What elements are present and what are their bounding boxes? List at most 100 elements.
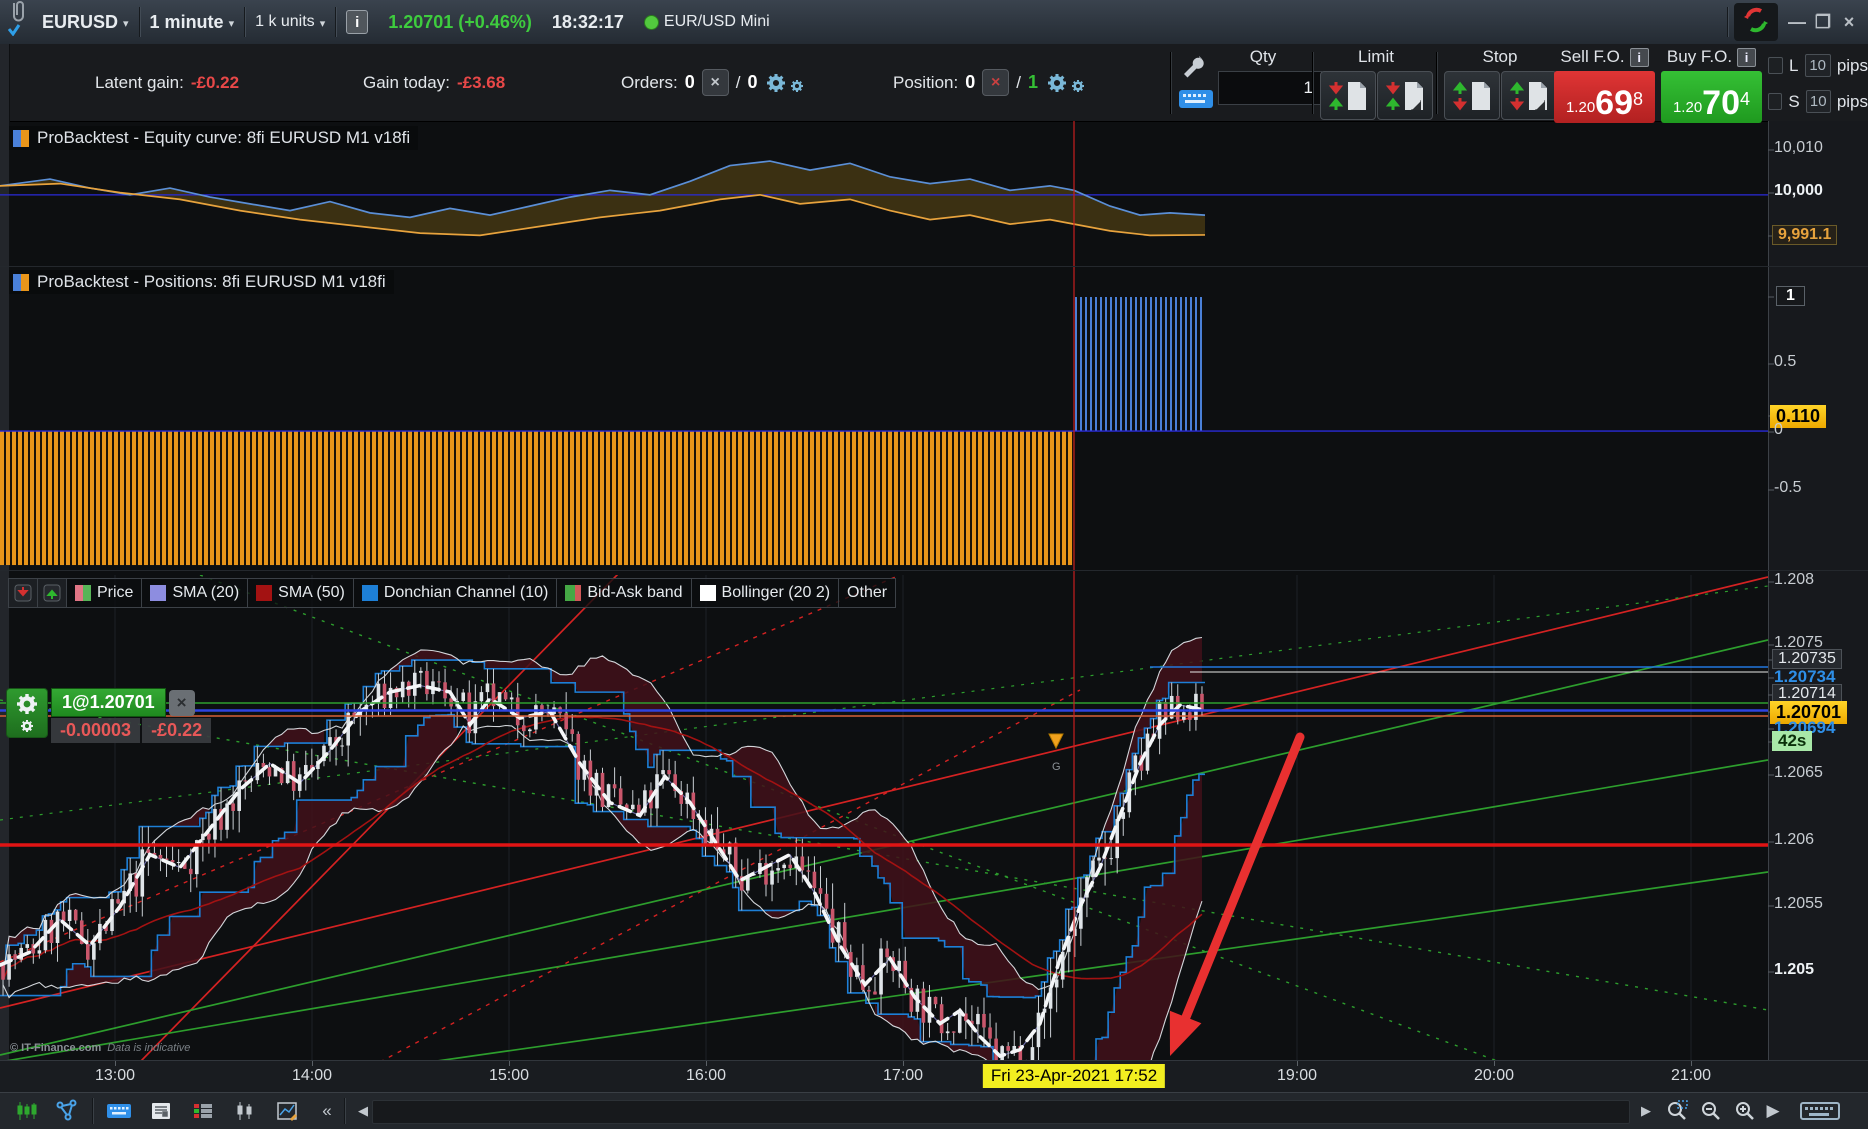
order-book-button[interactable] [188, 1098, 218, 1124]
orders-label: Orders: [621, 72, 678, 92]
legend-swatch-icon [565, 585, 582, 601]
legend-item-bollinger-20-2[interactable]: Bollinger (20 2) [692, 579, 840, 607]
legend-item-sma-50[interactable]: SMA (50) [248, 579, 354, 607]
collapse-toolbar-button[interactable]: « [312, 1098, 342, 1124]
zoom-in-button[interactable] [1730, 1098, 1760, 1124]
chart-scrollbar[interactable] [372, 1100, 1630, 1124]
chart-edit-button[interactable] [272, 1098, 302, 1124]
sell-header: Sell F.O. i [1554, 47, 1655, 67]
stop-order-button-1[interactable] [1444, 71, 1500, 120]
market-status: EUR/USD Mini [634, 0, 780, 44]
latent-gain-value: -£0.22 [190, 72, 240, 92]
chart_data.2.axis-axis-label: 1.205 [1774, 961, 1815, 978]
instrument-name: EUR/USD Mini [663, 13, 770, 30]
scroll-right-button[interactable]: ▶ [1631, 1098, 1661, 1124]
zoom-out-button[interactable] [1696, 1098, 1726, 1124]
stop-order-button-2[interactable] [1501, 71, 1557, 120]
legend-item-price[interactable]: Price [67, 579, 143, 607]
chart_data.2.axis-axis-label: 1.2065 [1774, 764, 1823, 781]
news-button[interactable] [146, 1098, 176, 1124]
charts-canvas: G [0, 121, 1774, 1060]
legend-item-label: Bollinger (20 2) [721, 584, 831, 601]
chart-list-button[interactable] [12, 1098, 42, 1124]
legend-swatch-icon [256, 585, 273, 601]
minimize-button[interactable]: — [1784, 9, 1810, 35]
limit-pips-checkbox[interactable] [1768, 57, 1784, 74]
latent-gain-label: Latent gain: [95, 72, 184, 92]
share-nodes-button[interactable] [52, 1098, 82, 1124]
divider [1727, 6, 1728, 38]
maximize-button[interactable]: ❐ [1810, 9, 1836, 35]
pips-label: pips [1836, 55, 1868, 75]
orders-count-2: 0 [747, 72, 758, 92]
position-count-2: 1 [1027, 72, 1038, 92]
equity-panel-title[interactable]: ProBacktest - Equity curve: 8fi EURUSD M… [9, 126, 419, 150]
sell-marker-toggle-button[interactable] [9, 579, 38, 607]
legend-item-label: Donchian Channel (10) [383, 584, 549, 601]
time-axis-label: 21:00 [1670, 1067, 1712, 1084]
divider [344, 1098, 345, 1124]
orders-settings-gears-icon[interactable] [764, 71, 806, 95]
stop-pips-value[interactable]: 10 [1805, 90, 1831, 113]
last-price: 1.20701 (+0.46%) [388, 11, 532, 32]
time-tick [1494, 1061, 1495, 1066]
buy-button[interactable]: 1.20 70 4 [1661, 71, 1762, 123]
pane-right-button[interactable]: ▶ [1758, 1098, 1788, 1124]
sync-button[interactable] [1734, 3, 1778, 41]
order-entry-panel: Qty Limit Stop Sell F.O.i 1.20698 Buy F.… [1176, 44, 1868, 123]
time-axis[interactable]: 13:00 14:00 15:00 16:00 17:00 19:00 20:00 21:00… [0, 1060, 1868, 1093]
candlestick-view-button[interactable] [230, 1098, 260, 1124]
limit-pips-value[interactable]: 10 [1804, 54, 1831, 77]
zoom-selection-button[interactable] [1662, 1098, 1692, 1124]
chart_data.2.axis-axis-label: 42s [1772, 731, 1813, 751]
units-selector[interactable]: 1 k units ▾ [245, 0, 335, 44]
wrench-settings-button[interactable] [1180, 50, 1208, 83]
bottom-toolbar: « ◀ ▶ ▶ [0, 1092, 1868, 1129]
chart_data.2.axis-axis-label: 1.20735 [1772, 649, 1842, 669]
info-icon: i [1629, 48, 1649, 67]
legend-item-donchian-channel-10[interactable]: Donchian Channel (10) [354, 579, 558, 607]
close-position-button[interactable]: × [982, 69, 1010, 96]
legend-item-label: SMA (50) [278, 584, 345, 601]
slash: / [1016, 72, 1021, 92]
time-tick [903, 1061, 904, 1066]
limit-order-button-2[interactable] [1377, 71, 1433, 120]
units-label: 1 k units [255, 13, 315, 30]
close-button[interactable]: × [1836, 9, 1862, 35]
chart_data.2.axis-axis-label: 1.208 [1774, 571, 1815, 588]
close-position-x-button[interactable]: × [168, 689, 195, 716]
keyboard-shortcut-button[interactable] [104, 1098, 134, 1124]
legend-item-label: Other [847, 584, 888, 601]
limit-header: Limit [1358, 47, 1394, 66]
symbol-selector[interactable]: EURUSD ▾ [32, 0, 139, 44]
buy-header: Buy F.O. i [1661, 47, 1762, 67]
time-axis-label: 13:00 [94, 1067, 136, 1084]
attach-icon-group[interactable] [0, 0, 32, 44]
position-gears-button[interactable] [6, 688, 48, 738]
legend-item-sma-20[interactable]: SMA (20) [142, 579, 249, 607]
time-tick [115, 1061, 116, 1066]
time-axis-label: 20:00 [1473, 1067, 1515, 1084]
time-axis-label: 19:00 [1276, 1067, 1318, 1084]
legend-item-other[interactable]: Other [839, 579, 895, 607]
buy-marker-toggle-button[interactable] [38, 579, 67, 607]
position-size-price: 1@1.20701 [51, 688, 166, 717]
positions-panel-title[interactable]: ProBacktest - Positions: 8fi EURUSD M1 v… [9, 270, 394, 294]
qty-input[interactable] [1218, 71, 1322, 105]
limit-order-button-1[interactable] [1320, 71, 1376, 120]
orders-count: 0 [684, 72, 695, 92]
price-axis-gutter[interactable] [1768, 121, 1868, 1060]
timeframe-selector[interactable]: 1 minute ▾ [140, 0, 245, 44]
position-settings-gears-icon[interactable] [1045, 71, 1087, 95]
market-open-dot-icon [643, 14, 659, 30]
titlebar: EURUSD ▾ 1 minute ▾ 1 k units ▾ i 1.2070… [0, 0, 1868, 45]
virtual-keyboard-button[interactable] [1792, 1098, 1848, 1124]
instrument-info-button[interactable]: i [336, 0, 378, 44]
sell-button[interactable]: 1.20 69 8 [1554, 71, 1655, 123]
keyboard-order-button[interactable] [1178, 86, 1214, 117]
stop-pips-checkbox[interactable] [1768, 93, 1783, 110]
cancel-orders-button[interactable]: × [701, 69, 729, 96]
legend-item-bid-ask-band[interactable]: Bid-Ask band [557, 579, 692, 607]
position-count: 0 [965, 72, 976, 92]
legend-swatch-icon [75, 585, 91, 601]
